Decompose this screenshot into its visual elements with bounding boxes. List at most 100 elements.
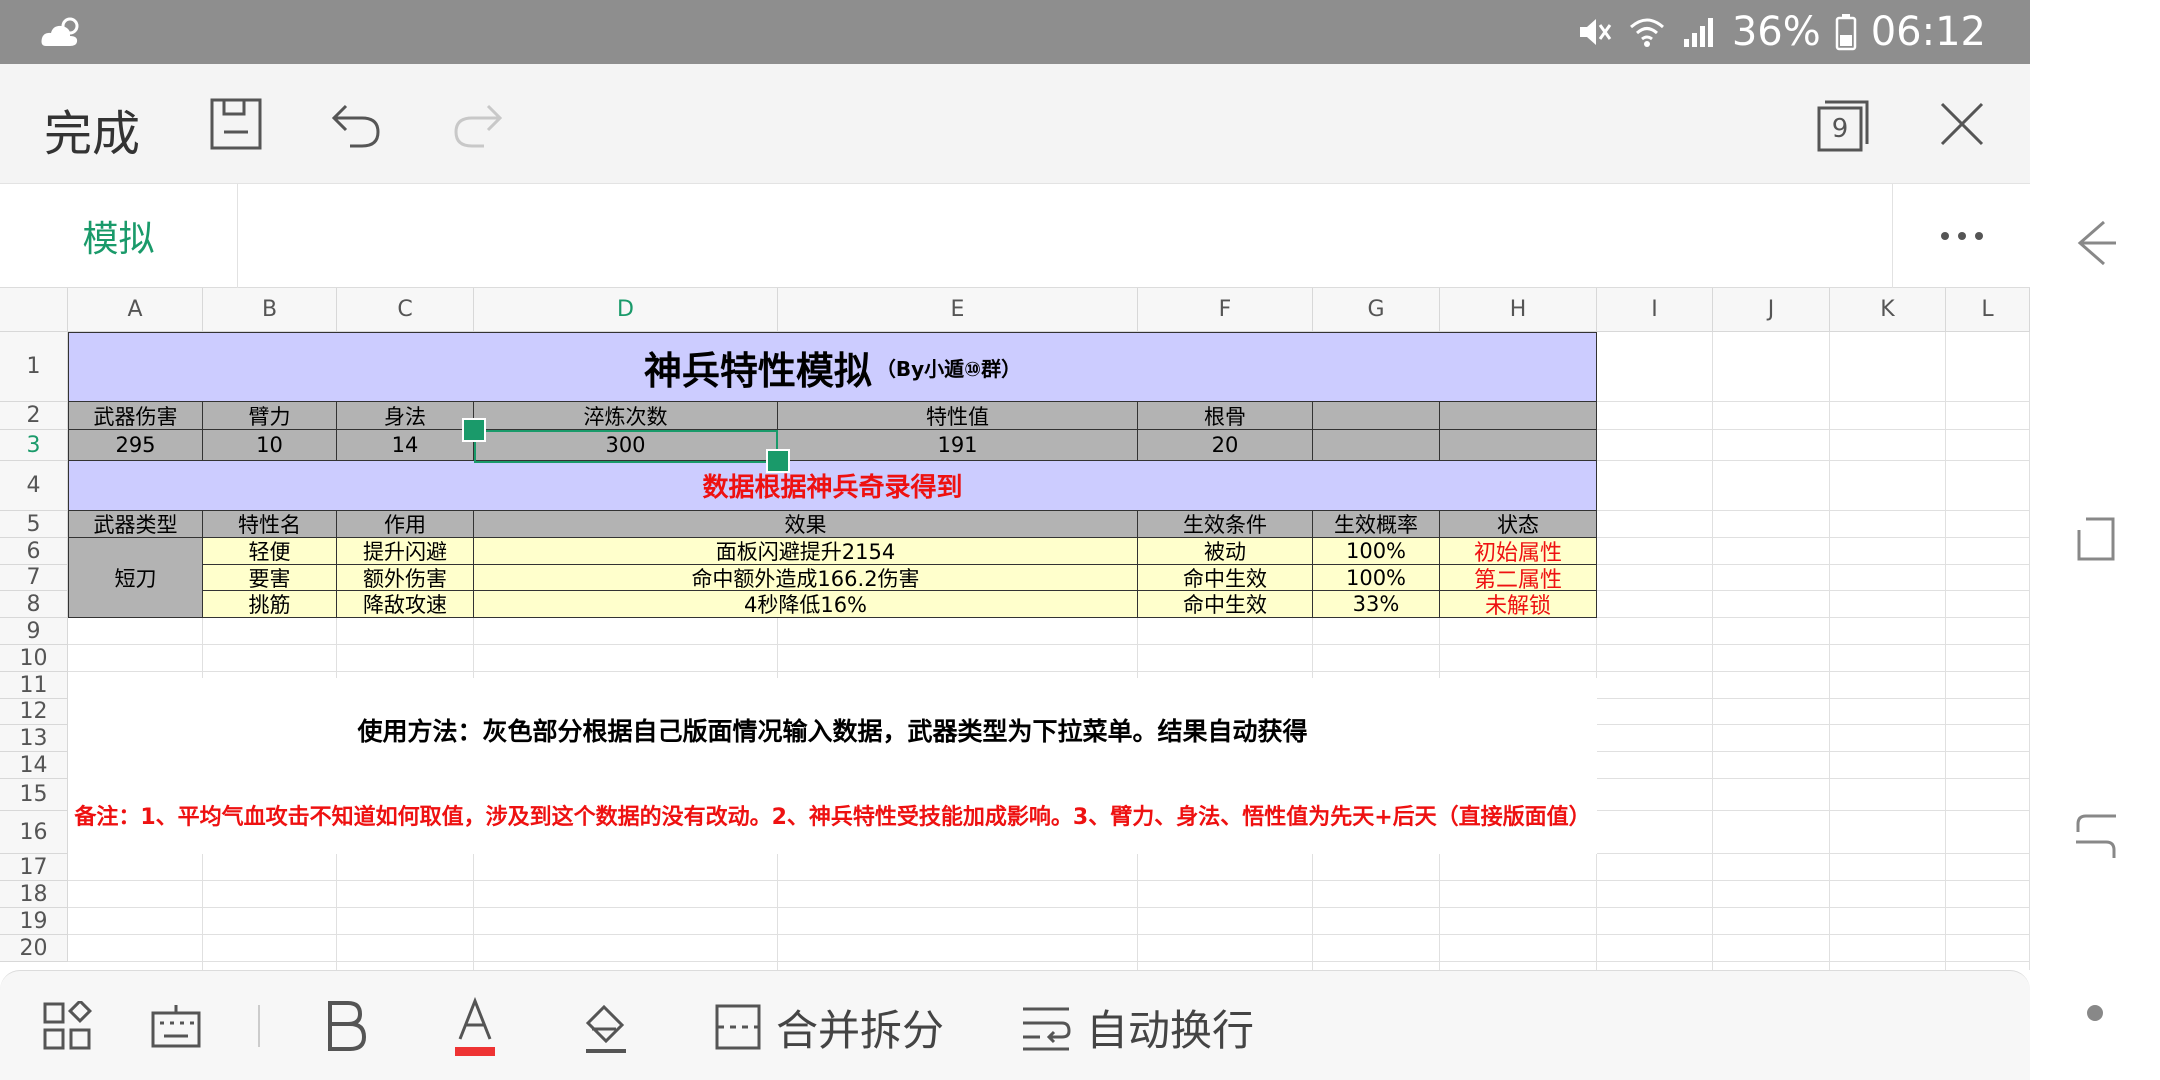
trait-state-2[interactable]: 第二属性 <box>1440 565 1597 591</box>
value-bone[interactable]: 20 <box>1138 430 1313 461</box>
header-empty-g[interactable] <box>1313 402 1440 430</box>
merge-split-button[interactable]: 合并拆分 <box>714 999 944 1055</box>
bold-icon[interactable] <box>324 999 368 1053</box>
row-header-14[interactable]: 14 <box>0 752 68 779</box>
row-header-17[interactable]: 17 <box>0 854 68 881</box>
trait-rate-3[interactable]: 33% <box>1313 591 1440 618</box>
th-trait-name[interactable]: 特性名 <box>203 511 337 538</box>
row-header-20[interactable]: 20 <box>0 935 68 962</box>
selection-handle-start[interactable] <box>462 418 486 442</box>
apps-grid-icon[interactable] <box>42 1001 92 1051</box>
trait-role-1[interactable]: 提升闪避 <box>337 538 474 565</box>
source-note[interactable]: 数据根据神兵奇录得到 <box>68 461 1597 511</box>
usage-text[interactable]: 使用方法：灰色部分根据自己版面情况输入数据，武器类型为下拉菜单。结果自动获得 <box>68 678 1597 782</box>
row-header-6[interactable]: 6 <box>0 538 68 565</box>
column-header-g[interactable]: G <box>1313 288 1440 332</box>
recents-nav-icon[interactable] <box>2076 516 2116 562</box>
row-header-1[interactable]: 1 <box>0 332 68 402</box>
header-bone[interactable]: 根骨 <box>1138 402 1313 430</box>
row-header-2[interactable]: 2 <box>0 402 68 430</box>
auto-wrap-button[interactable]: 自动换行 <box>1020 999 1254 1055</box>
column-header-b[interactable]: B <box>203 288 337 332</box>
corner-cell[interactable] <box>0 288 68 332</box>
row-header-13[interactable]: 13 <box>0 725 68 752</box>
column-header-e[interactable]: E <box>778 288 1138 332</box>
fill-color-icon[interactable] <box>582 999 630 1055</box>
trait-state-3[interactable]: 未解锁 <box>1440 591 1597 618</box>
row-header-10[interactable]: 10 <box>0 645 68 672</box>
header-empty-h[interactable] <box>1440 402 1597 430</box>
value-trait-value[interactable]: 191 <box>778 430 1138 461</box>
header-trait-value[interactable]: 特性值 <box>778 402 1138 430</box>
th-effect[interactable]: 效果 <box>474 511 1138 538</box>
trait-rate-2[interactable]: 100% <box>1313 565 1440 591</box>
row-header-4[interactable]: 4 <box>0 461 68 511</box>
row-header-19[interactable]: 19 <box>0 908 68 935</box>
trait-effect-1[interactable]: 面板闪避提升2154 <box>474 538 1138 565</box>
th-state[interactable]: 状态 <box>1440 511 1597 538</box>
header-agility[interactable]: 身法 <box>337 402 474 430</box>
trait-name-1[interactable]: 轻便 <box>203 538 337 565</box>
value-arm-strength[interactable]: 10 <box>203 430 337 461</box>
row-header-9[interactable]: 9 <box>0 618 68 645</box>
th-rate[interactable]: 生效概率 <box>1313 511 1440 538</box>
th-weapon-type[interactable]: 武器类型 <box>68 511 203 538</box>
window-switcher-button[interactable]: 9 <box>1815 94 1875 154</box>
undo-icon[interactable] <box>328 96 384 152</box>
trait-condition-2[interactable]: 命中生效 <box>1138 565 1313 591</box>
row-header-3[interactable]: 3 <box>0 430 68 461</box>
th-condition[interactable]: 生效条件 <box>1138 511 1313 538</box>
column-header-h[interactable]: H <box>1440 288 1597 332</box>
trait-effect-3[interactable]: 4秒降低16% <box>474 591 1138 618</box>
value-empty-h[interactable] <box>1440 430 1597 461</box>
save-icon[interactable] <box>208 96 264 152</box>
weapon-type-dropdown[interactable]: 短刀 <box>68 538 203 618</box>
row-header-12[interactable]: 12 <box>0 699 68 725</box>
more-button[interactable] <box>1892 184 2030 288</box>
home-nav-icon[interactable] <box>2074 812 2118 860</box>
column-header-f[interactable]: F <box>1138 288 1313 332</box>
th-role[interactable]: 作用 <box>337 511 474 538</box>
row-header-11[interactable]: 11 <box>0 672 68 699</box>
row-header-7[interactable]: 7 <box>0 565 68 591</box>
row-header-16[interactable]: 16 <box>0 811 68 854</box>
column-header-l[interactable]: L <box>1946 288 2030 332</box>
close-icon[interactable] <box>1934 96 1990 152</box>
keyboard-icon[interactable] <box>150 1003 202 1049</box>
header-arm-strength[interactable]: 臂力 <box>203 402 337 430</box>
back-nav-icon[interactable] <box>2074 218 2118 268</box>
row-header-18[interactable]: 18 <box>0 881 68 908</box>
trait-state-1[interactable]: 初始属性 <box>1440 538 1597 565</box>
column-header-i[interactable]: I <box>1597 288 1713 332</box>
tab-simulate[interactable]: 模拟 <box>0 184 238 288</box>
trait-rate-1[interactable]: 100% <box>1313 538 1440 565</box>
column-header-j[interactable]: J <box>1713 288 1830 332</box>
value-empty-g[interactable] <box>1313 430 1440 461</box>
column-header-a[interactable]: A <box>68 288 203 332</box>
column-header-k[interactable]: K <box>1830 288 1946 332</box>
column-header-c[interactable]: C <box>337 288 474 332</box>
font-color-icon[interactable] <box>454 997 496 1057</box>
trait-name-2[interactable]: 要害 <box>203 565 337 591</box>
remark-text[interactable]: 备注：1、平均气血攻击不知道如何取值，涉及到这个数据的没有改动。2、神兵特性受技… <box>68 782 1597 854</box>
trait-name-3[interactable]: 挑筋 <box>203 591 337 618</box>
row-header-8[interactable]: 8 <box>0 591 68 618</box>
redo-icon[interactable] <box>450 96 506 152</box>
value-agility[interactable]: 14 <box>337 430 474 461</box>
row-header-5[interactable]: 5 <box>0 511 68 538</box>
trait-effect-2[interactable]: 命中额外造成166.2伤害 <box>474 565 1138 591</box>
trait-condition-1[interactable]: 被动 <box>1138 538 1313 565</box>
trait-role-2[interactable]: 额外伤害 <box>337 565 474 591</box>
row-header-15[interactable]: 15 <box>0 779 68 811</box>
trait-role-3[interactable]: 降敌攻速 <box>337 591 474 618</box>
selection-handle-end[interactable] <box>766 449 790 473</box>
header-weapon-damage[interactable]: 武器伤害 <box>68 402 203 430</box>
selection-box[interactable] <box>474 430 778 463</box>
column-header-d[interactable]: D <box>474 288 778 332</box>
value-weapon-damage[interactable]: 295 <box>68 430 203 461</box>
wifi-icon <box>1629 18 1664 47</box>
header-refine-count[interactable]: 淬炼次数 <box>474 402 778 430</box>
trait-condition-3[interactable]: 命中生效 <box>1138 591 1313 618</box>
title-cell[interactable]: 神兵特性模拟 （By小遁⑩群） <box>68 332 1597 402</box>
done-button[interactable]: 完成 <box>44 94 140 164</box>
